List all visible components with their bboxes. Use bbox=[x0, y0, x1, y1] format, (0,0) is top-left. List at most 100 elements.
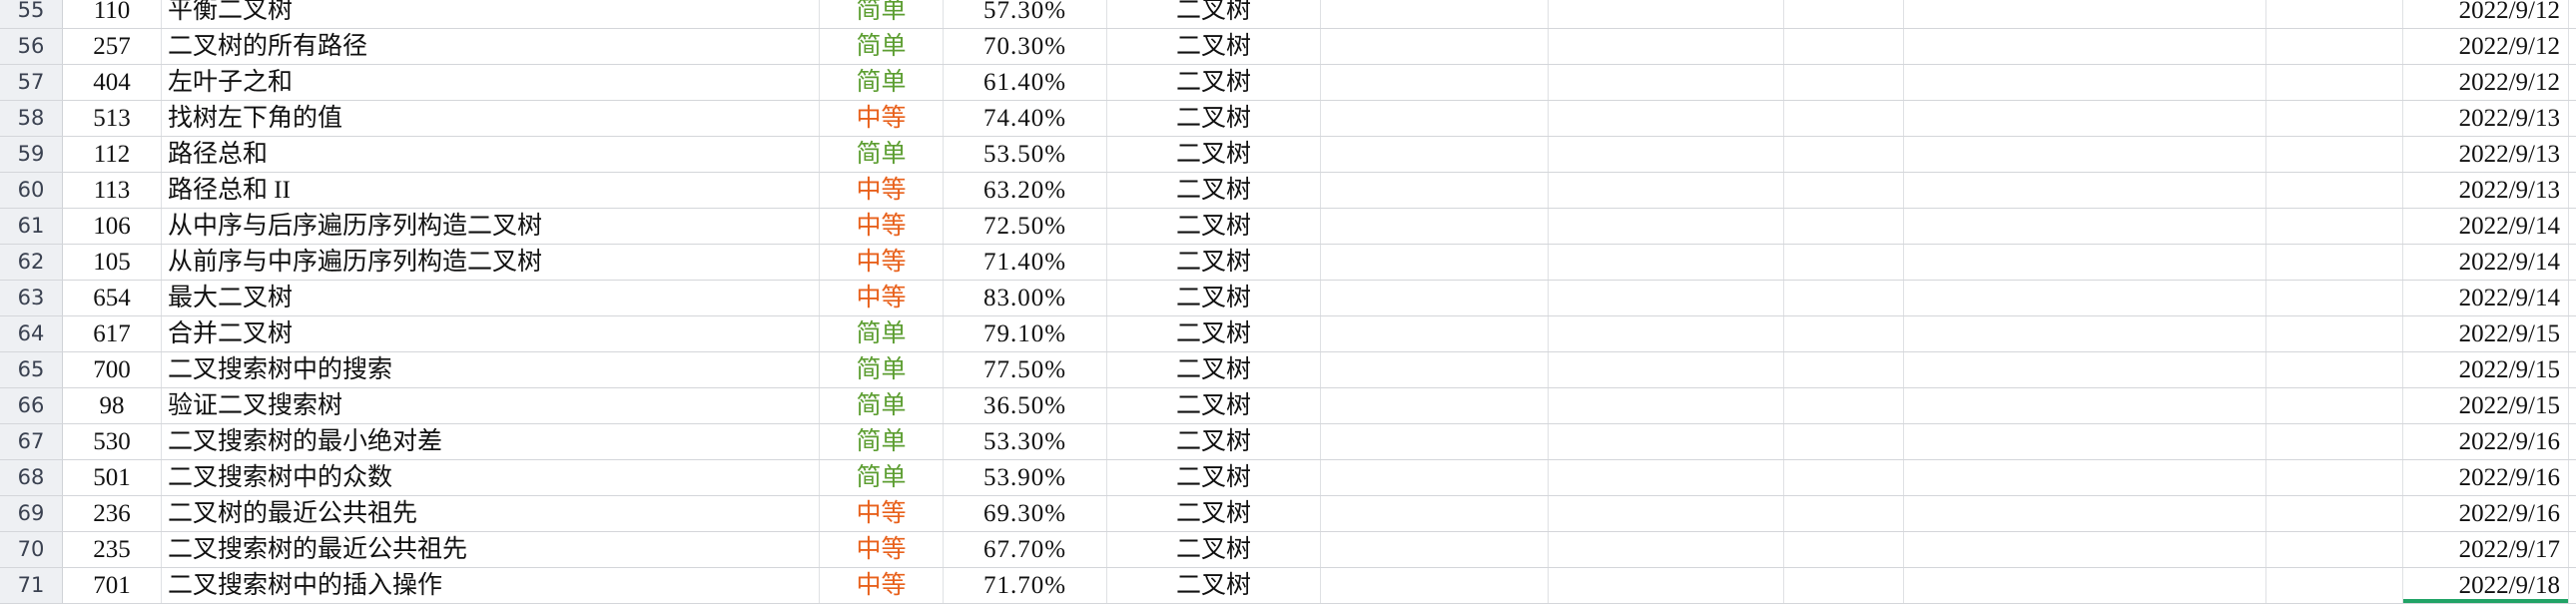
cell-empty[interactable] bbox=[1904, 424, 2266, 459]
cell-empty[interactable] bbox=[1549, 281, 1784, 315]
cell-tag[interactable]: 二叉树 bbox=[1107, 209, 1321, 244]
cell-empty[interactable] bbox=[2266, 352, 2403, 387]
cell-problem-name[interactable]: 验证二叉搜索树 bbox=[162, 388, 820, 423]
cell-pass-rate[interactable]: 71.70% bbox=[944, 568, 1107, 603]
cell-empty[interactable] bbox=[2266, 532, 2403, 567]
cell-empty[interactable] bbox=[1904, 65, 2266, 100]
row-header[interactable]: 55 bbox=[0, 0, 63, 28]
cell-empty[interactable] bbox=[1321, 29, 1549, 64]
cell-pass-rate[interactable]: 72.50% bbox=[944, 209, 1107, 244]
cell-pass-rate[interactable]: 67.70% bbox=[944, 532, 1107, 567]
cell-empty[interactable] bbox=[2569, 424, 2576, 459]
cell-problem-id[interactable]: 700 bbox=[63, 352, 162, 387]
row-header[interactable]: 71 bbox=[0, 568, 63, 603]
cell-empty[interactable] bbox=[2266, 316, 2403, 351]
cell-pass-rate[interactable]: 63.20% bbox=[944, 173, 1107, 208]
cell-difficulty[interactable]: 简单 bbox=[820, 316, 944, 351]
cell-empty[interactable] bbox=[2569, 209, 2576, 244]
cell-tag[interactable]: 二叉树 bbox=[1107, 496, 1321, 531]
cell-tag[interactable]: 二叉树 bbox=[1107, 424, 1321, 459]
cell-empty[interactable] bbox=[2569, 65, 2576, 100]
cell-empty[interactable] bbox=[2266, 245, 2403, 280]
cell-empty[interactable] bbox=[2569, 388, 2576, 423]
cell-empty[interactable] bbox=[2569, 101, 2576, 136]
cell-difficulty[interactable]: 简单 bbox=[820, 0, 944, 28]
cell-tag[interactable]: 二叉树 bbox=[1107, 460, 1321, 495]
cell-empty[interactable] bbox=[1784, 568, 1904, 603]
cell-difficulty[interactable]: 简单 bbox=[820, 388, 944, 423]
cell-empty[interactable] bbox=[1321, 0, 1549, 28]
cell-pass-rate[interactable]: 70.30% bbox=[944, 29, 1107, 64]
cell-empty[interactable] bbox=[2266, 29, 2403, 64]
cell-tag[interactable]: 二叉树 bbox=[1107, 388, 1321, 423]
cell-empty[interactable] bbox=[2266, 65, 2403, 100]
cell-empty[interactable] bbox=[1904, 209, 2266, 244]
cell-problem-name[interactable]: 二叉树的最近公共祖先 bbox=[162, 496, 820, 531]
cell-problem-id[interactable]: 236 bbox=[63, 496, 162, 531]
cell-empty[interactable] bbox=[1904, 352, 2266, 387]
cell-difficulty[interactable]: 简单 bbox=[820, 424, 944, 459]
cell-problem-id[interactable]: 257 bbox=[63, 29, 162, 64]
cell-empty[interactable] bbox=[2266, 101, 2403, 136]
cell-date[interactable]: 2022/9/12 bbox=[2403, 65, 2569, 100]
cell-empty[interactable] bbox=[2569, 0, 2576, 28]
cell-pass-rate[interactable]: 53.90% bbox=[944, 460, 1107, 495]
cell-difficulty[interactable]: 简单 bbox=[820, 137, 944, 172]
cell-empty[interactable] bbox=[1904, 29, 2266, 64]
cell-pass-rate[interactable]: 74.40% bbox=[944, 101, 1107, 136]
cell-empty[interactable] bbox=[1549, 209, 1784, 244]
cell-empty[interactable] bbox=[1904, 532, 2266, 567]
cell-empty[interactable] bbox=[2569, 532, 2576, 567]
cell-empty[interactable] bbox=[1321, 101, 1549, 136]
cell-empty[interactable] bbox=[1321, 65, 1549, 100]
cell-empty[interactable] bbox=[1321, 281, 1549, 315]
cell-empty[interactable] bbox=[1784, 316, 1904, 351]
cell-tag[interactable]: 二叉树 bbox=[1107, 281, 1321, 315]
cell-problem-name[interactable]: 平衡二叉树 bbox=[162, 0, 820, 28]
cell-difficulty[interactable]: 中等 bbox=[820, 101, 944, 136]
cell-problem-id[interactable]: 654 bbox=[63, 281, 162, 315]
cell-date[interactable]: 2022/9/14 bbox=[2403, 281, 2569, 315]
cell-empty[interactable] bbox=[2569, 245, 2576, 280]
cell-tag[interactable]: 二叉树 bbox=[1107, 568, 1321, 603]
cell-date[interactable]: 2022/9/12 bbox=[2403, 29, 2569, 64]
cell-tag[interactable]: 二叉树 bbox=[1107, 0, 1321, 28]
cell-empty[interactable] bbox=[1549, 352, 1784, 387]
row-header[interactable]: 68 bbox=[0, 460, 63, 495]
cell-date[interactable]: 2022/9/14 bbox=[2403, 209, 2569, 244]
cell-difficulty[interactable]: 简单 bbox=[820, 65, 944, 100]
cell-pass-rate[interactable]: 79.10% bbox=[944, 316, 1107, 351]
cell-empty[interactable] bbox=[1321, 496, 1549, 531]
cell-empty[interactable] bbox=[2569, 496, 2576, 531]
cell-difficulty[interactable]: 中等 bbox=[820, 245, 944, 280]
cell-tag[interactable]: 二叉树 bbox=[1107, 532, 1321, 567]
cell-problem-id[interactable]: 501 bbox=[63, 460, 162, 495]
cell-empty[interactable] bbox=[2266, 173, 2403, 208]
cell-problem-name[interactable]: 路径总和 II bbox=[162, 173, 820, 208]
cell-empty[interactable] bbox=[2266, 388, 2403, 423]
cell-problem-id[interactable]: 106 bbox=[63, 209, 162, 244]
cell-problem-name[interactable]: 找树左下角的值 bbox=[162, 101, 820, 136]
cell-empty[interactable] bbox=[2266, 460, 2403, 495]
row-header[interactable]: 70 bbox=[0, 532, 63, 567]
cell-problem-id[interactable]: 404 bbox=[63, 65, 162, 100]
cell-empty[interactable] bbox=[1321, 388, 1549, 423]
cell-date[interactable]: 2022/9/13 bbox=[2403, 137, 2569, 172]
cell-problem-id[interactable]: 110 bbox=[63, 0, 162, 28]
cell-empty[interactable] bbox=[1904, 0, 2266, 28]
cell-empty[interactable] bbox=[1904, 460, 2266, 495]
row-header[interactable]: 62 bbox=[0, 245, 63, 280]
cell-empty[interactable] bbox=[1784, 460, 1904, 495]
cell-empty[interactable] bbox=[1321, 532, 1549, 567]
cell-tag[interactable]: 二叉树 bbox=[1107, 29, 1321, 64]
cell-empty[interactable] bbox=[1549, 316, 1784, 351]
cell-empty[interactable] bbox=[1784, 532, 1904, 567]
cell-empty[interactable] bbox=[1784, 388, 1904, 423]
cell-problem-name[interactable]: 二叉搜索树中的搜索 bbox=[162, 352, 820, 387]
cell-empty[interactable] bbox=[2266, 281, 2403, 315]
cell-problem-name[interactable]: 从中序与后序遍历序列构造二叉树 bbox=[162, 209, 820, 244]
cell-date[interactable]: 2022/9/15 bbox=[2403, 316, 2569, 351]
cell-empty[interactable] bbox=[2569, 173, 2576, 208]
row-header[interactable]: 60 bbox=[0, 173, 63, 208]
cell-date[interactable]: 2022/9/13 bbox=[2403, 101, 2569, 136]
